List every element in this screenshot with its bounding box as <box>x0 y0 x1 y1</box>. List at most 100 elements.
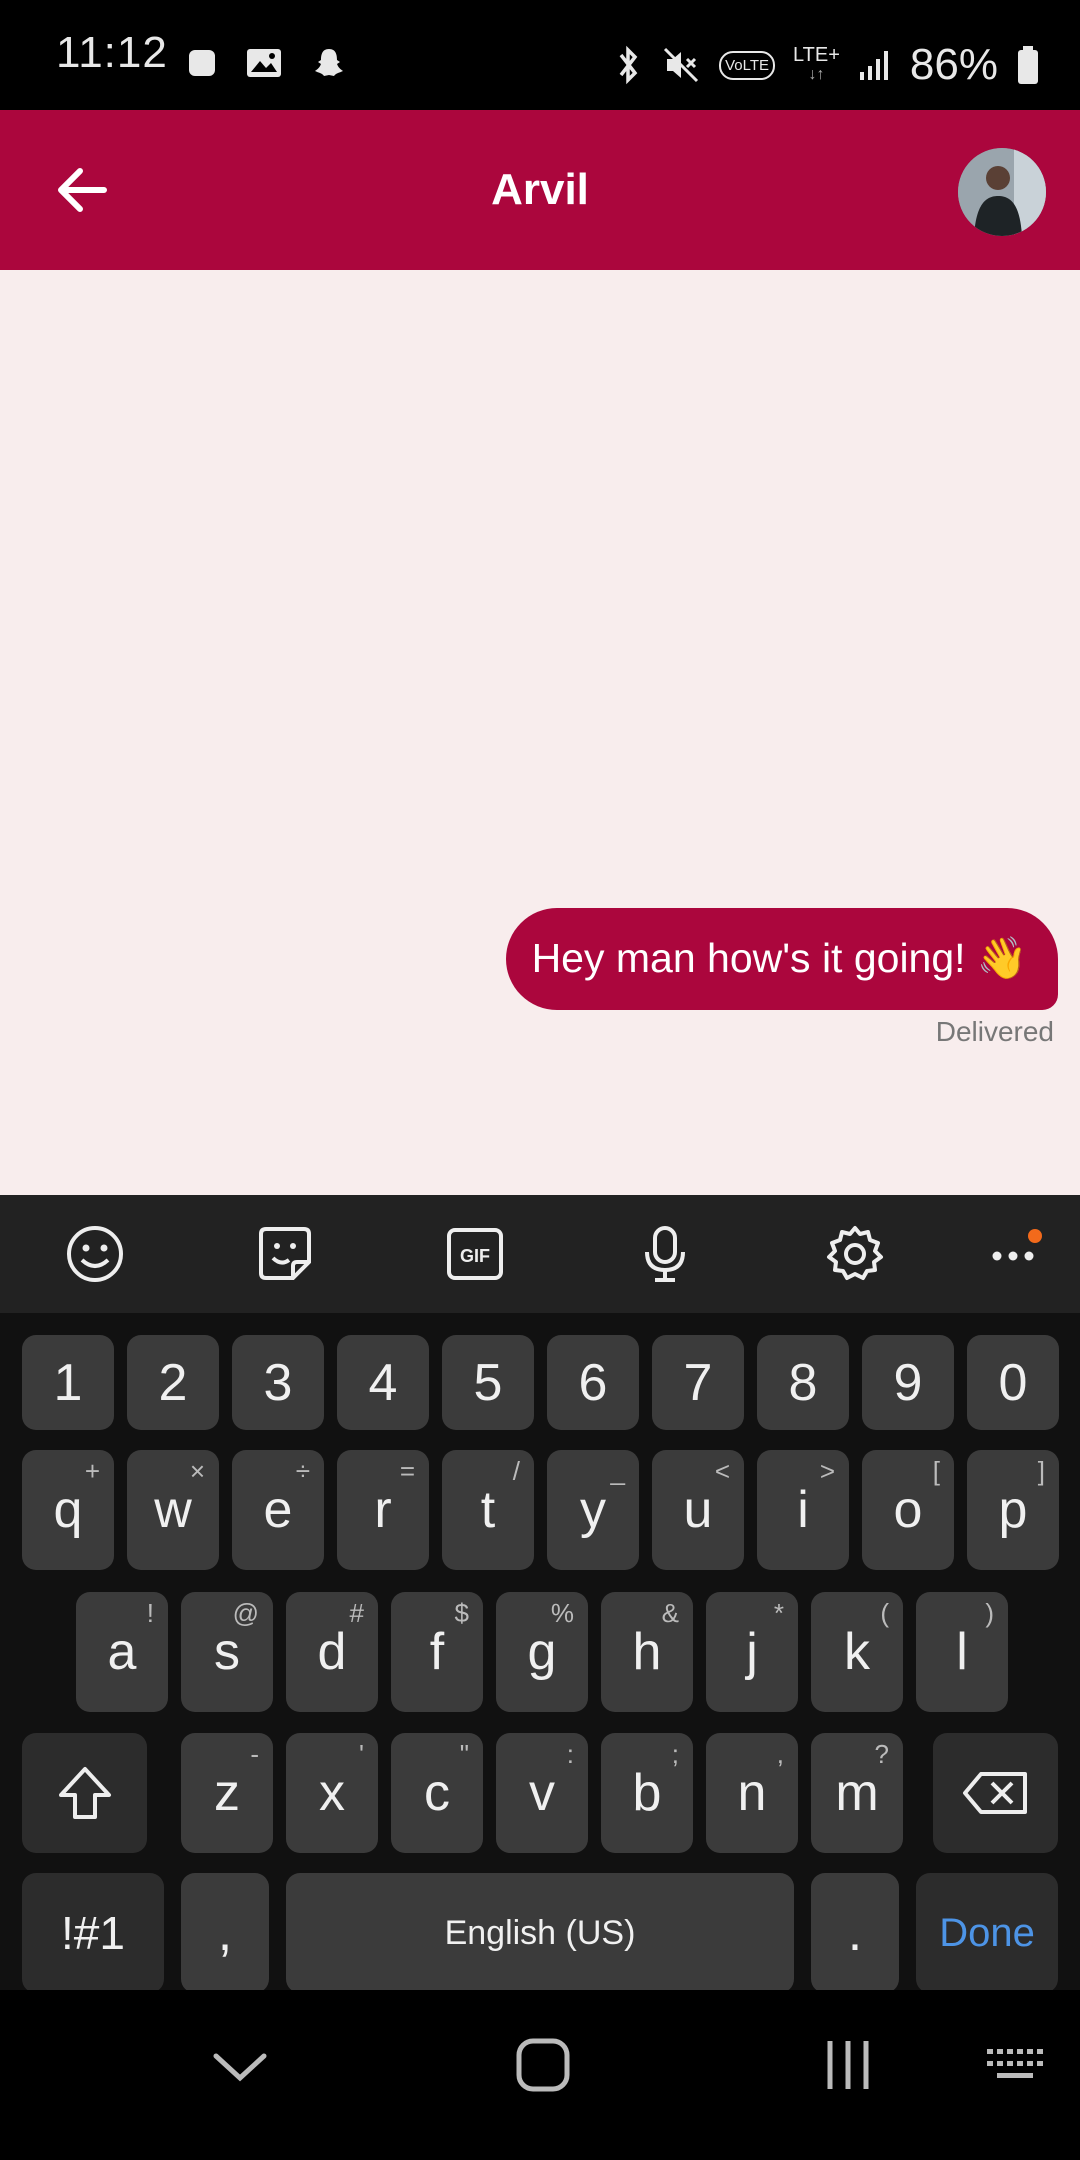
key-j[interactable]: * j <box>706 1592 798 1712</box>
key-v[interactable]: :v <box>496 1733 588 1853</box>
key-2[interactable]: 2 <box>127 1335 219 1430</box>
key-8[interactable]: 8 <box>757 1335 849 1430</box>
battery-icon <box>1018 46 1038 84</box>
key-hint: _ <box>610 1456 625 1486</box>
delivery-status: Delivered <box>935 1016 1054 1047</box>
status-bar: 11:12 VoLTE LTE+ ↓↑ 86% <box>0 0 1080 110</box>
key-h[interactable]: & h <box>601 1592 693 1712</box>
key-x[interactable]: ' x <box>286 1733 378 1853</box>
mute-icon <box>664 47 699 83</box>
key-hint: & <box>661 1598 679 1628</box>
key-4[interactable]: 4 <box>337 1335 429 1430</box>
key-o[interactable]: [o <box>862 1450 954 1570</box>
period-key[interactable]: . <box>811 1873 899 1993</box>
key-label: z <box>214 1764 240 1822</box>
key-d[interactable]: # d <box>286 1592 378 1712</box>
nav-home-icon[interactable] <box>513 2035 573 2095</box>
key-t[interactable]: / t <box>442 1450 534 1570</box>
key-hint: ] <box>1037 1456 1045 1486</box>
bluetooth-icon <box>619 45 638 85</box>
lte-label: LTE+ <box>793 44 840 66</box>
key-label: 7 <box>683 1353 713 1412</box>
key-label: 6 <box>578 1353 608 1412</box>
key-u[interactable]: < u <box>652 1450 744 1570</box>
symbols-key[interactable]: !#1 <box>22 1873 164 1993</box>
key-label: Done <box>939 1910 1035 1955</box>
key-a[interactable]: ! a <box>76 1592 168 1712</box>
key-e[interactable]: ÷ e <box>232 1450 324 1570</box>
space-key[interactable]: English (US) <box>286 1873 794 1993</box>
key-5[interactable]: 5 <box>442 1335 534 1430</box>
navigation-bar <box>0 1990 1080 2160</box>
done-key[interactable]: Done <box>916 1873 1058 1993</box>
backspace-icon <box>962 1772 1027 1814</box>
settings-icon[interactable] <box>820 1219 890 1289</box>
key-label: u <box>683 1481 713 1539</box>
key-label: l <box>956 1623 968 1681</box>
key-hint: $ <box>454 1598 469 1628</box>
key-label: English (US) <box>444 1913 636 1952</box>
comma-key[interactable]: , <box>181 1873 269 1993</box>
key-hint: @ <box>232 1598 259 1628</box>
key-label: m <box>835 1764 879 1822</box>
key-label: g <box>527 1623 557 1681</box>
key-label: b <box>632 1764 662 1822</box>
key-1[interactable]: 1 <box>22 1335 114 1430</box>
key-c[interactable]: " c <box>391 1733 483 1853</box>
volte-icon: VoLTE <box>719 50 776 80</box>
back-arrow-icon[interactable] <box>52 160 112 220</box>
key-l[interactable]: ) l <box>916 1592 1008 1712</box>
key-m[interactable]: ? m <box>811 1733 903 1853</box>
key-9[interactable]: 9 <box>862 1335 954 1430</box>
key-b[interactable]: ; b <box>601 1733 693 1853</box>
key-n[interactable]: ,n <box>706 1733 798 1853</box>
key-z[interactable]: -z <box>181 1733 273 1853</box>
backspace-key[interactable] <box>933 1733 1058 1853</box>
key-i[interactable]: > i <box>757 1450 849 1570</box>
key-r[interactable]: = r <box>337 1450 429 1570</box>
sticker-icon[interactable] <box>250 1219 320 1289</box>
more-icon[interactable] <box>980 1219 1050 1289</box>
message-bubble-sent[interactable]: Hey man how's it going! 👋 <box>505 908 1058 1010</box>
gif-icon[interactable]: GIF <box>440 1219 510 1289</box>
key-hint: ' <box>359 1739 364 1769</box>
contact-avatar[interactable] <box>958 148 1046 236</box>
mic-icon[interactable] <box>630 1219 700 1289</box>
key-label: 8 <box>788 1353 818 1412</box>
gif-label: GIF <box>460 1246 490 1266</box>
key-q[interactable]: + q <box>22 1450 114 1570</box>
chat-header: Arvil <box>0 110 1080 270</box>
lte-arrows: ↓↑ <box>808 66 825 83</box>
key-label: 0 <box>998 1353 1028 1412</box>
key-label: , <box>217 1904 233 1962</box>
key-f[interactable]: $ f <box>391 1592 483 1712</box>
emoji-icon[interactable] <box>60 1219 130 1289</box>
shift-key[interactable] <box>22 1733 147 1853</box>
key-label: i <box>797 1481 809 1539</box>
nav-keyboard-icon[interactable] <box>985 2045 1049 2085</box>
status-time: 11:12 <box>56 28 168 77</box>
key-p[interactable]: ] p <box>967 1450 1059 1570</box>
key-hint: ÷ <box>295 1456 310 1486</box>
key-label: a <box>107 1623 137 1681</box>
key-s[interactable]: @ s <box>181 1592 273 1712</box>
key-hint: ) <box>985 1598 994 1628</box>
nav-recents-icon[interactable] <box>818 2035 878 2095</box>
key-label: x <box>319 1764 345 1822</box>
key-label: !#1 <box>61 1907 125 1959</box>
key-label: s <box>214 1623 240 1681</box>
key-w[interactable]: × w <box>127 1450 219 1570</box>
key-label: o <box>893 1481 923 1539</box>
nav-hide-keyboard-icon[interactable] <box>210 2048 270 2088</box>
key-6[interactable]: 6 <box>547 1335 639 1430</box>
key-y[interactable]: _ y <box>547 1450 639 1570</box>
key-g[interactable]: % g <box>496 1592 588 1712</box>
key-label: j <box>746 1623 758 1681</box>
battery-percent: 86% <box>909 40 998 89</box>
status-icons-left <box>188 46 346 80</box>
key-3[interactable]: 3 <box>232 1335 324 1430</box>
key-k[interactable]: (k <box>811 1592 903 1712</box>
key-0[interactable]: 0 <box>967 1335 1059 1430</box>
key-hint: % <box>550 1598 574 1628</box>
key-7[interactable]: 7 <box>652 1335 744 1430</box>
